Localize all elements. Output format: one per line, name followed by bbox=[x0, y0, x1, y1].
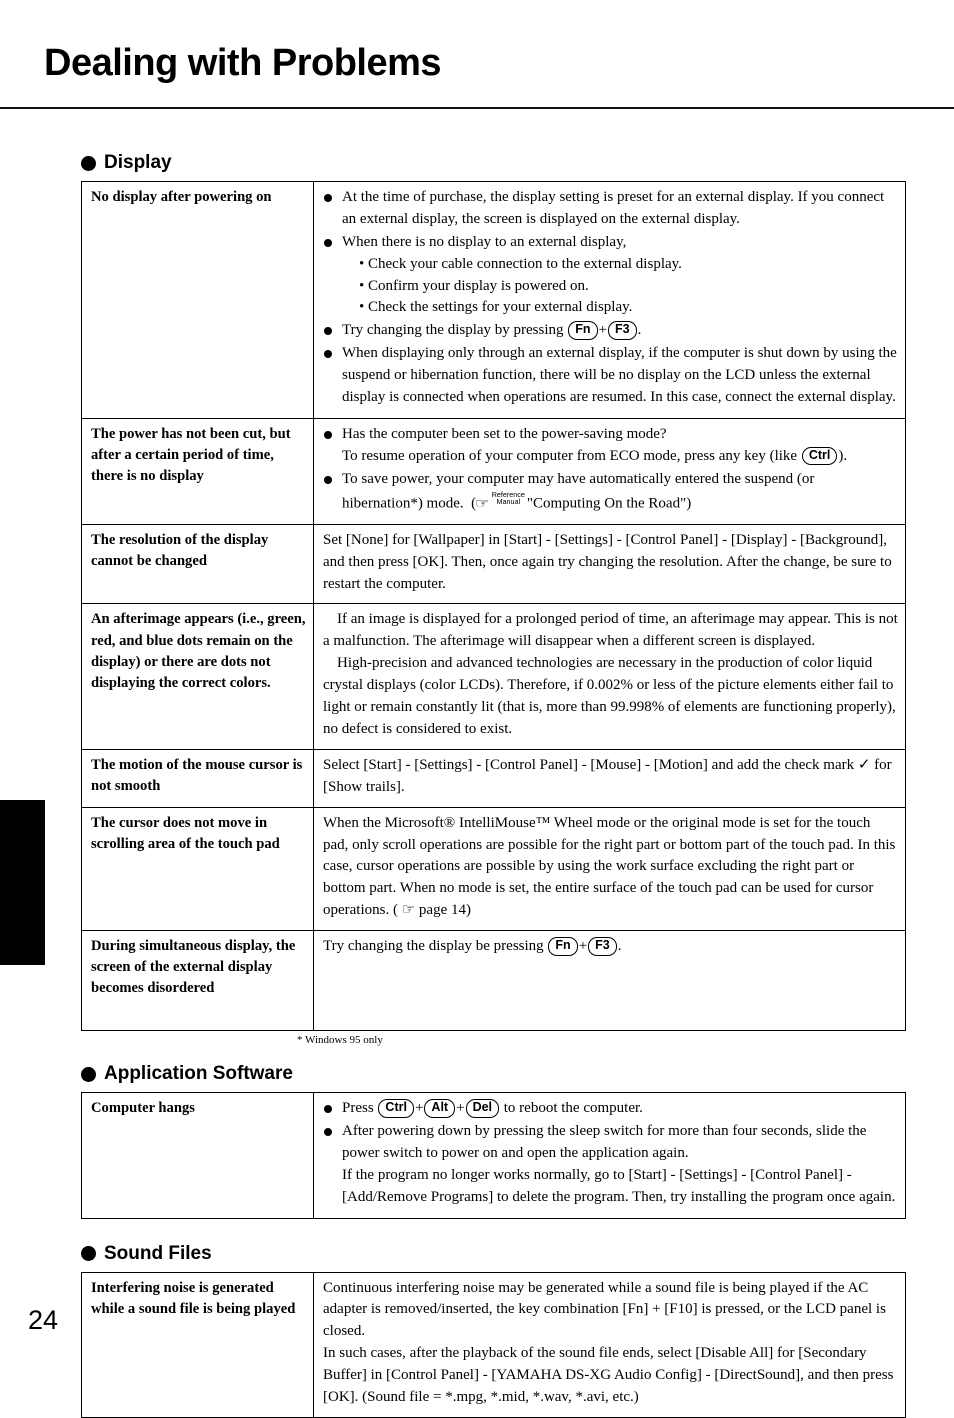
pointing-hand-icon: ☞ bbox=[475, 496, 490, 512]
key-ctrl: Ctrl bbox=[378, 1099, 414, 1118]
solution-cell: Set [None] for [Wallpaper] in [Start] - … bbox=[313, 523, 906, 605]
title-divider bbox=[0, 107, 954, 109]
symptom-cell: No display after powering on bbox=[81, 181, 314, 419]
solution-bullet: When there is no display to an external … bbox=[323, 232, 898, 320]
solution-bullet: At the time of purchase, the display set… bbox=[323, 187, 898, 231]
solution-subitem: • Check the settings for your external d… bbox=[359, 299, 633, 316]
table-row: During simultaneous display, the screen … bbox=[81, 930, 906, 1032]
solution-subitem: • Confirm your display is powered on. bbox=[359, 277, 589, 294]
solution-cell: Try changing the display be pressing Fn +… bbox=[313, 930, 906, 1032]
sound-files-problems-table: Interfering noise is generated while a s… bbox=[81, 1271, 906, 1418]
solution-paragraph: Select [Start] - [Settings] - [Control P… bbox=[323, 756, 892, 795]
solution-cell: Continuous interfering noise may be gene… bbox=[313, 1271, 906, 1418]
symptom-cell: An afterimage appears (i.e., green, red,… bbox=[81, 603, 314, 750]
solution-bullet: Press Ctrl + Alt + Del to reboot the compute… bbox=[323, 1098, 898, 1120]
bullet-icon bbox=[81, 1066, 96, 1082]
symptom-cell: Interfering noise is generated while a s… bbox=[81, 1271, 314, 1418]
key-del: Del bbox=[465, 1099, 500, 1118]
section-heading-label: Sound Files bbox=[104, 1242, 212, 1264]
solution-subline: To resume operation of your computer fro… bbox=[342, 446, 848, 466]
symptom-cell: The motion of the mouse cursor is not sm… bbox=[81, 748, 314, 808]
solution-paragraph: Try changing the display be pressing Fn +… bbox=[323, 937, 622, 956]
solution-subline: If the program no longer works normally,… bbox=[342, 1166, 896, 1205]
solution-paragraph: In such cases, after the playback of the… bbox=[323, 1345, 894, 1405]
reference-manual-label: Reference Manual bbox=[491, 489, 525, 506]
section-heading-display: Display bbox=[81, 152, 906, 174]
solution-bullet: Has the computer been set to the power-s… bbox=[323, 424, 898, 468]
page-title: Dealing with Problems bbox=[44, 42, 442, 84]
key-fn: Fn bbox=[548, 937, 578, 956]
symptom-cell: During simultaneous display, the screen … bbox=[81, 930, 314, 1032]
symptom-cell: The cursor does not move in scrolling ar… bbox=[81, 806, 314, 932]
solution-cell: Has the computer been set to the power-s… bbox=[313, 417, 906, 525]
table-row: Computer hangs Press Ctrl + Alt + Del to reb… bbox=[81, 1092, 906, 1219]
solution-bullet: After powering down by pressing the slee… bbox=[323, 1121, 898, 1209]
page-content: Display No display after powering on At … bbox=[81, 152, 906, 1418]
solution-cell: Select [Start] - [Settings] - [Control P… bbox=[313, 748, 906, 808]
key-alt: Alt bbox=[424, 1099, 456, 1118]
edge-thumb-tab bbox=[0, 800, 45, 965]
table-row: The power has not been cut, but after a … bbox=[81, 417, 906, 525]
section-heading-label: Display bbox=[104, 152, 172, 173]
solution-bullet: Try changing the display by pressing Fn +… bbox=[323, 320, 898, 342]
page-number: 24 bbox=[28, 1305, 59, 1335]
table-row: The motion of the mouse cursor is not sm… bbox=[81, 748, 906, 808]
key-fn: Fn bbox=[568, 321, 598, 340]
solution-paragraph: Set [None] for [Wallpaper] in [Start] - … bbox=[323, 531, 892, 592]
application-software-problems-table: Computer hangs Press Ctrl + Alt + Del to reb… bbox=[81, 1092, 906, 1219]
footnote: * Windows 95 only bbox=[297, 1034, 383, 1047]
solution-cell: At the time of purchase, the display set… bbox=[313, 181, 906, 419]
table-row: The cursor does not move in scrolling ar… bbox=[81, 806, 906, 932]
section-heading-label: Application Software bbox=[104, 1063, 293, 1085]
symptom-cell: The resolution of the display cannot be … bbox=[81, 523, 314, 605]
bullet-icon bbox=[81, 155, 96, 171]
table-row: Interfering noise is generated while a s… bbox=[81, 1271, 906, 1418]
solution-bullet: To save power, your computer may have au… bbox=[323, 469, 898, 515]
solution-bullet: When displaying only through an external… bbox=[323, 343, 898, 409]
key-f3: F3 bbox=[588, 937, 617, 956]
table-row: An afterimage appears (i.e., green, red,… bbox=[81, 603, 906, 750]
solution-paragraph: Continuous interfering noise may be gene… bbox=[323, 1279, 886, 1340]
solution-subitem: • Check your cable connection to the ext… bbox=[359, 255, 682, 272]
solution-paragraph: If an image is displayed for a prolonged… bbox=[323, 611, 898, 650]
display-problems-table: No display after powering on At the time… bbox=[81, 181, 906, 1032]
solution-cell: If an image is displayed for a prolonged… bbox=[313, 603, 906, 750]
symptom-cell: Computer hangs bbox=[81, 1092, 314, 1219]
section-heading-sound-files: Sound Files bbox=[81, 1243, 906, 1265]
key-ctrl: Ctrl bbox=[801, 446, 838, 466]
solution-cell: Press Ctrl + Alt + Del to reboot the compute… bbox=[313, 1092, 906, 1219]
solution-paragraph: When the Microsoft® IntelliMouse™ Wheel … bbox=[323, 814, 896, 919]
solution-cell: When the Microsoft® IntelliMouse™ Wheel … bbox=[313, 806, 906, 932]
key-f3: F3 bbox=[608, 321, 637, 340]
table-row: The resolution of the display cannot be … bbox=[81, 523, 906, 605]
section-heading-application-software: Application Software bbox=[81, 1063, 906, 1085]
bullet-icon bbox=[81, 1246, 96, 1262]
symptom-cell: The power has not been cut, but after a … bbox=[81, 417, 314, 525]
table-row: No display after powering on At the time… bbox=[81, 181, 906, 419]
solution-paragraph: High-precision and advanced technologies… bbox=[323, 655, 896, 737]
